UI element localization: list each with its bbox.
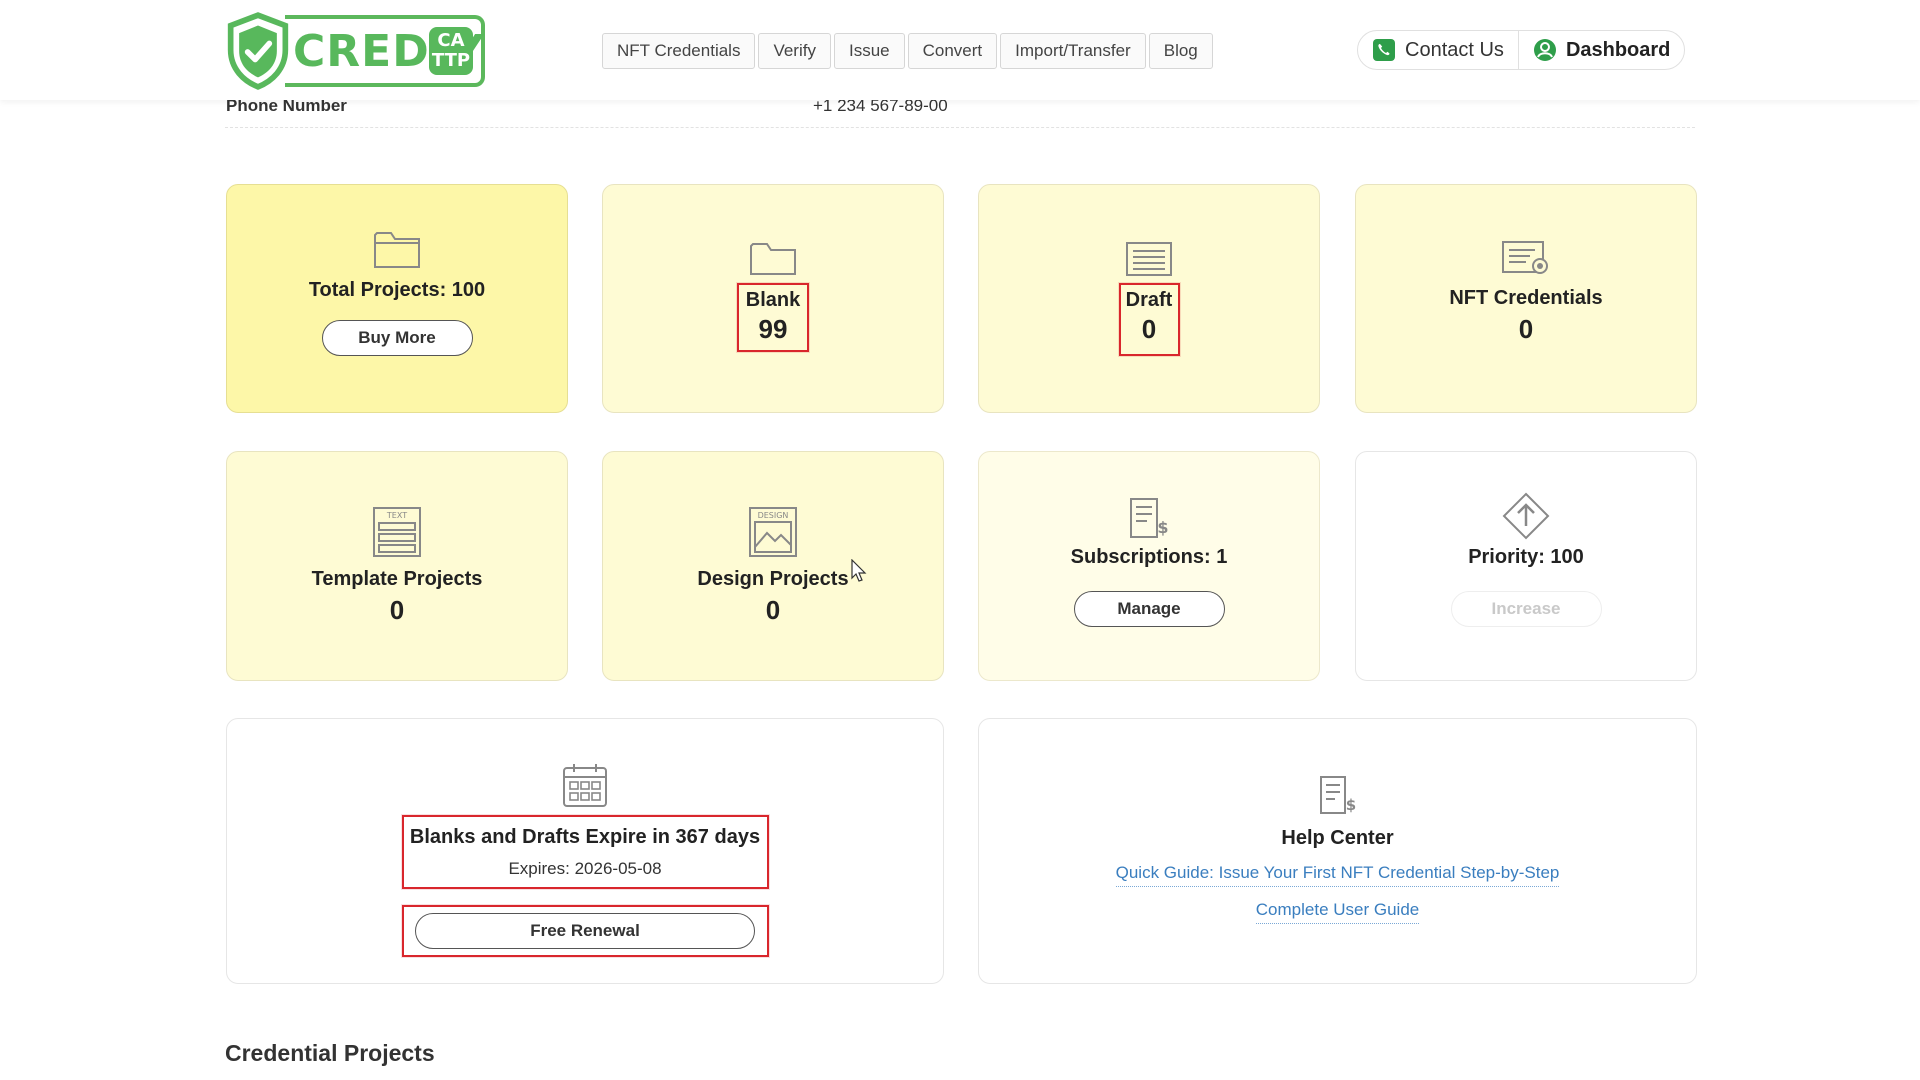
total-projects-label: Total Projects: 100 bbox=[308, 279, 486, 301]
user-circle-icon bbox=[1533, 39, 1556, 61]
subscriptions-card: $ Subscriptions: 1 Manage bbox=[978, 451, 1320, 681]
nav-issue[interactable]: Issue bbox=[833, 33, 905, 69]
help-center-title: Help Center bbox=[1281, 827, 1394, 849]
template-text-icon: TEXT bbox=[372, 506, 422, 558]
contact-us-label: Contact Us bbox=[1405, 38, 1504, 61]
main-nav: NFT Credentials Verify Issue Convert Imp… bbox=[602, 33, 1213, 69]
calendar-icon bbox=[560, 761, 610, 809]
draft-lines-icon bbox=[1124, 241, 1174, 277]
total-projects-card: Total Projects: 100 Buy More bbox=[226, 184, 568, 413]
certificate-icon bbox=[1501, 241, 1551, 277]
manage-button[interactable]: Manage bbox=[1073, 591, 1225, 627]
blank-label: Blank bbox=[745, 289, 801, 311]
help-center-card: $ Help Center Quick Guide: Issue Your Fi… bbox=[978, 718, 1697, 984]
shield-check-icon bbox=[227, 12, 289, 90]
template-projects-card: TEXT Template Projects 0 bbox=[226, 451, 568, 681]
increase-button[interactable]: Increase bbox=[1450, 591, 1602, 627]
draft-value: 0 bbox=[1141, 314, 1157, 344]
credly-logo[interactable]: CREDLY CA TTP bbox=[225, 10, 485, 92]
nft-credentials-card: NFT Credentials 0 bbox=[1355, 184, 1697, 413]
design-image-icon: DESIGN bbox=[748, 506, 798, 558]
draft-label: Draft bbox=[1125, 289, 1173, 311]
phone-icon bbox=[1373, 39, 1395, 61]
expiry-title: Blanks and Drafts Expire in 367 days bbox=[409, 826, 761, 848]
design-projects-value: 0 bbox=[765, 595, 781, 625]
priority-card: Priority: 100 Increase bbox=[1355, 451, 1697, 681]
svg-text:$: $ bbox=[1345, 796, 1355, 814]
expiry-highlight: Blanks and Drafts Expire in 367 days Exp… bbox=[401, 815, 769, 889]
priority-label: Priority: 100 bbox=[1468, 546, 1584, 568]
invoice-dollar-icon: $ bbox=[1124, 496, 1174, 540]
svg-text:DESIGN: DESIGN bbox=[758, 511, 789, 520]
free-renewal-button[interactable]: Free Renewal bbox=[415, 913, 755, 949]
nav-import-transfer[interactable]: Import/Transfer bbox=[1000, 33, 1146, 69]
buy-more-button[interactable]: Buy More bbox=[321, 320, 473, 356]
free-renewal-highlight: Free Renewal bbox=[401, 905, 769, 957]
mouse-cursor-icon bbox=[851, 559, 867, 582]
subscriptions-label: Subscriptions: 1 bbox=[1070, 546, 1228, 568]
nft-credentials-label: NFT Credentials bbox=[1449, 287, 1603, 309]
design-projects-card: DESIGN Design Projects 0 bbox=[602, 451, 944, 681]
nav-convert[interactable]: Convert bbox=[907, 33, 998, 69]
header-actions: Contact Us Dashboard bbox=[1357, 30, 1686, 70]
diamond-arrow-up-icon bbox=[1501, 492, 1551, 540]
design-projects-label: Design Projects bbox=[697, 568, 849, 590]
blank-highlight: Blank 99 bbox=[737, 283, 809, 352]
svg-text:$: $ bbox=[1157, 518, 1168, 537]
draft-highlight: Draft 0 bbox=[1118, 283, 1180, 356]
nav-blog[interactable]: Blog bbox=[1148, 33, 1213, 69]
nav-nft-credentials[interactable]: NFT Credentials bbox=[602, 33, 756, 69]
svg-text:TEXT: TEXT bbox=[386, 511, 407, 520]
template-projects-value: 0 bbox=[389, 595, 405, 625]
logo-wordmark: CREDLY CA TTP bbox=[285, 15, 485, 87]
dashboard-label: Dashboard bbox=[1565, 38, 1671, 61]
template-projects-label: Template Projects bbox=[311, 568, 483, 590]
blank-value: 99 bbox=[758, 314, 788, 344]
folder-icon bbox=[372, 227, 422, 271]
expiry-date: Expires: 2026-05-08 bbox=[508, 859, 662, 878]
logo-badge: CA TTP bbox=[429, 27, 473, 75]
draft-card: Draft 0 bbox=[978, 184, 1320, 413]
credential-projects-heading: Credential Projects bbox=[225, 1040, 435, 1066]
dashboard-button[interactable]: Dashboard bbox=[1517, 31, 1684, 69]
blank-card: Blank 99 bbox=[602, 184, 944, 413]
top-header: CREDLY CA TTP NFT Credentials Verify Iss… bbox=[0, 0, 1920, 100]
nav-verify[interactable]: Verify bbox=[758, 33, 831, 69]
blank-folder-icon bbox=[748, 241, 798, 277]
help-document-icon: $ bbox=[1313, 775, 1363, 815]
nft-credentials-value: 0 bbox=[1518, 314, 1534, 344]
quick-guide-link[interactable]: Quick Guide: Issue Your First NFT Creden… bbox=[1115, 863, 1560, 887]
expiry-card: Blanks and Drafts Expire in 367 days Exp… bbox=[226, 718, 944, 984]
contact-us-button[interactable]: Contact Us bbox=[1358, 31, 1518, 69]
user-guide-link[interactable]: Complete User Guide bbox=[1255, 900, 1420, 924]
